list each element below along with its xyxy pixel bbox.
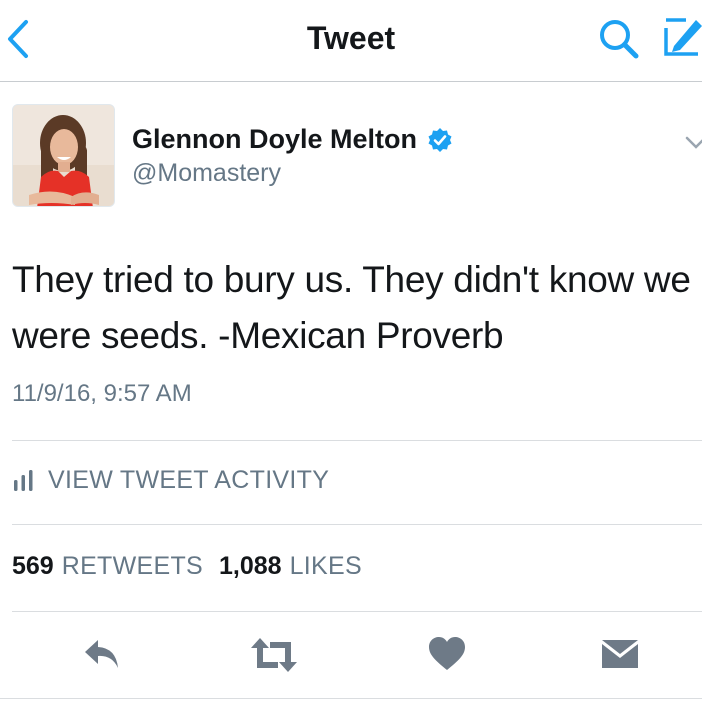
verified-badge-icon bbox=[428, 127, 452, 152]
direct-message-icon bbox=[602, 640, 638, 668]
retweets-count: 569 bbox=[12, 552, 54, 580]
view-tweet-activity-button[interactable]: VIEW TWEET ACTIVITY bbox=[12, 466, 329, 495]
search-icon bbox=[600, 20, 639, 59]
name-row: Glennon Doyle Melton bbox=[132, 124, 453, 155]
retweet-icon bbox=[251, 638, 297, 672]
avatar[interactable] bbox=[12, 104, 115, 207]
likes-count: 1,088 bbox=[219, 552, 282, 580]
author-name[interactable]: Glennon Doyle Melton bbox=[132, 124, 417, 155]
tweet-action-bar bbox=[0, 628, 702, 688]
divider bbox=[12, 440, 702, 441]
like-icon bbox=[429, 637, 465, 670]
navigation-bar: Tweet bbox=[0, 0, 702, 82]
chevron-down-icon[interactable] bbox=[684, 134, 702, 152]
divider bbox=[12, 611, 702, 612]
search-button[interactable] bbox=[596, 16, 642, 62]
likes-stat[interactable]: 1,088 LIKES bbox=[219, 552, 362, 581]
compose-button[interactable] bbox=[662, 14, 702, 60]
retweets-label: RETWEETS bbox=[61, 552, 204, 580]
reply-button[interactable] bbox=[82, 636, 122, 679]
likes-label: LIKES bbox=[289, 552, 362, 580]
profile-photo bbox=[13, 105, 114, 206]
tweet-text: They tried to bury us. They didn't know … bbox=[12, 259, 691, 356]
bottom-divider bbox=[0, 698, 702, 699]
tweet-stats: 569 RETWEETS 1,088 LIKES bbox=[12, 552, 362, 581]
compose-icon bbox=[664, 18, 702, 56]
retweet-button[interactable] bbox=[250, 636, 298, 679]
view-tweet-activity-label: VIEW TWEET ACTIVITY bbox=[48, 466, 330, 494]
direct-message-button[interactable] bbox=[600, 636, 640, 675]
author-handle[interactable]: @Momastery bbox=[132, 159, 281, 188]
like-button[interactable] bbox=[428, 636, 466, 677]
retweets-stat[interactable]: 569 RETWEETS bbox=[12, 552, 203, 581]
tweet-header: Glennon Doyle Melton @Momastery bbox=[0, 82, 702, 222]
reply-icon bbox=[85, 640, 118, 668]
tweet-timestamp: 11/9/16, 9:57 AM bbox=[12, 380, 192, 407]
bar-chart-icon bbox=[14, 469, 33, 491]
divider bbox=[12, 524, 702, 525]
